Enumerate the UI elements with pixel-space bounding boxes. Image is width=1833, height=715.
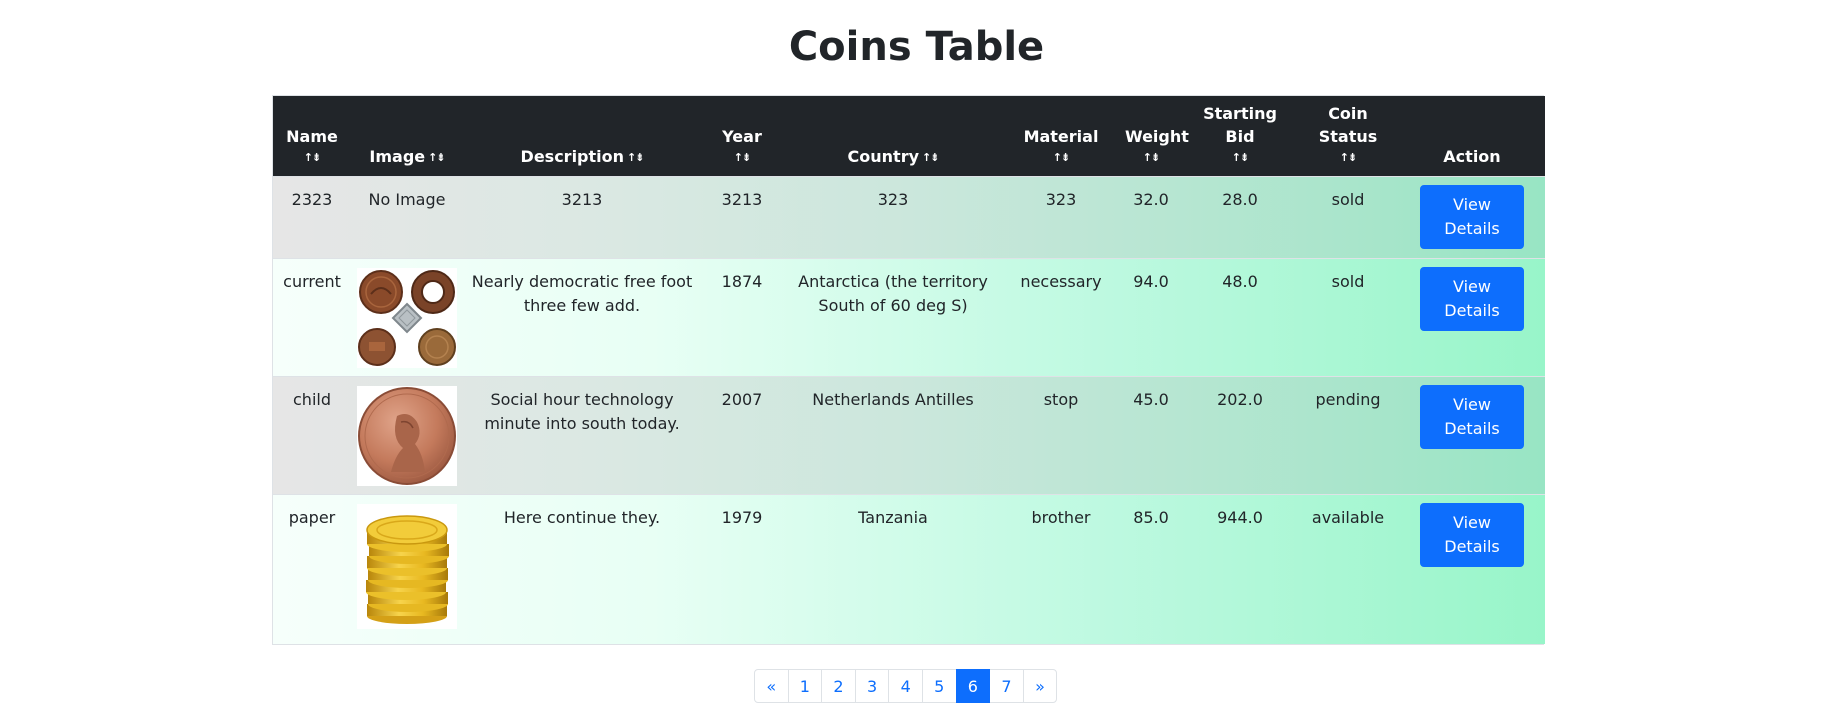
cell-material: stop [1003, 376, 1119, 495]
pagination-page-2[interactable]: 2 [821, 669, 856, 703]
sort-icon[interactable]: ↑⇟ [1303, 148, 1393, 168]
cell-coin-status: pending [1297, 376, 1399, 495]
view-details-button[interactable]: View Details [1420, 267, 1524, 331]
page-title: Coins Table [788, 24, 1045, 70]
sort-icon[interactable]: ↑⇟ [1125, 148, 1177, 168]
cell-description: Social hour technology minute into south… [463, 376, 701, 495]
cell-action: View Details [1399, 376, 1545, 495]
penny-coin-image [357, 386, 457, 486]
cell-country: Netherlands Antilles [783, 376, 1003, 495]
cell-action: View Details [1399, 494, 1545, 644]
table-row: child Social hour technology minute into… [273, 376, 1545, 495]
cell-starting-bid: 48.0 [1183, 258, 1297, 377]
column-header-label: Action [1443, 147, 1501, 166]
column-header-label: Starting Bid [1203, 104, 1277, 146]
view-details-button[interactable]: View Details [1420, 385, 1524, 449]
cell-starting-bid: 944.0 [1183, 494, 1297, 644]
cell-description: Nearly democratic free foot three few ad… [463, 258, 701, 377]
cell-action: View Details [1399, 176, 1545, 259]
coins-table-container: Name ↑⇟ Image ↑⇟ Description ↑⇟ Year ↑⇟ Co… [272, 95, 1545, 645]
cell-country: Antarctica (the territory South of 60 de… [783, 258, 1003, 377]
pagination-page-3[interactable]: 3 [854, 669, 890, 703]
pagination-page-5[interactable]: 5 [921, 669, 957, 703]
table-row: 2323 No Image 3213 3213 323 323 32.0 28.… [273, 176, 1545, 259]
column-header-label: Country [847, 147, 920, 166]
cell-weight: 85.0 [1119, 494, 1183, 644]
table-row: paper Here continue they. 1979 Tanzania … [273, 494, 1545, 644]
cell-material: necessary [1003, 258, 1119, 377]
cell-year: 3213 [701, 176, 783, 259]
column-header-label: Coin Status [1318, 104, 1378, 146]
column-header-description[interactable]: Description ↑⇟ [463, 96, 701, 177]
gold-coin-stack-image [357, 504, 457, 629]
cell-name: child [273, 376, 351, 495]
column-header-starting-bid[interactable]: Starting Bid ↑⇟ [1183, 96, 1297, 177]
cell-description: Here continue they. [463, 494, 701, 644]
cell-weight: 32.0 [1119, 176, 1183, 259]
cell-starting-bid: 202.0 [1183, 376, 1297, 495]
cell-name: paper [273, 494, 351, 644]
table-body: 2323 No Image 3213 3213 323 323 32.0 28.… [273, 176, 1545, 644]
column-header-label: Name [286, 127, 338, 146]
table-row: current Nearly democratic free foot thre… [273, 258, 1545, 377]
cell-coin-status: sold [1297, 258, 1399, 377]
column-header-weight[interactable]: Weight ↑⇟ [1119, 96, 1189, 177]
cell-weight: 94.0 [1119, 258, 1183, 377]
cell-image [351, 376, 463, 495]
table-header: Name ↑⇟ Image ↑⇟ Description ↑⇟ Year ↑⇟ Co… [273, 96, 1545, 177]
view-details-button[interactable]: View Details [1420, 503, 1524, 567]
sort-icon[interactable]: ↑⇟ [428, 152, 445, 163]
cell-material: brother [1003, 494, 1119, 644]
cell-weight: 45.0 [1119, 376, 1183, 495]
cell-action: View Details [1399, 258, 1545, 377]
column-header-year[interactable]: Year ↑⇟ [701, 96, 783, 177]
header-row: Name ↑⇟ Image ↑⇟ Description ↑⇟ Year ↑⇟ Co… [273, 96, 1545, 177]
cell-material: 323 [1003, 176, 1119, 259]
column-header-material[interactable]: Material ↑⇟ [1003, 96, 1119, 177]
assorted-coins-image [357, 268, 457, 368]
sort-icon[interactable]: ↑⇟ [1189, 148, 1291, 168]
cell-year: 2007 [701, 376, 783, 495]
cell-country: 323 [783, 176, 1003, 259]
column-header-label: Description [520, 147, 625, 166]
cell-year: 1979 [701, 494, 783, 644]
sort-icon[interactable]: ↑⇟ [627, 152, 644, 163]
pagination: « 1 2 3 4 5 6 7 » [754, 669, 1058, 703]
pagination-page-1[interactable]: 1 [787, 669, 823, 703]
pagination-prev-button[interactable]: « [754, 669, 789, 703]
column-header-label: Material [1023, 127, 1099, 146]
cell-image [351, 258, 463, 377]
cell-coin-status: available [1297, 494, 1399, 644]
cell-image: No Image [351, 176, 463, 259]
cell-image [351, 494, 463, 644]
sort-icon[interactable]: ↑⇟ [279, 148, 345, 168]
cell-name: current [273, 258, 351, 377]
cell-coin-status: sold [1297, 176, 1399, 259]
column-header-label: Year [722, 127, 762, 146]
column-header-country[interactable]: Country ↑⇟ [783, 96, 1003, 177]
sort-icon[interactable]: ↑⇟ [707, 148, 777, 168]
sort-icon[interactable]: ↑⇟ [922, 152, 939, 163]
cell-name: 2323 [273, 176, 351, 259]
coins-table: Name ↑⇟ Image ↑⇟ Description ↑⇟ Year ↑⇟ Co… [273, 96, 1545, 644]
column-header-name[interactable]: Name ↑⇟ [273, 96, 351, 177]
cell-description: 3213 [463, 176, 701, 259]
column-header-label: Image [369, 147, 426, 166]
pagination-page-4[interactable]: 4 [888, 669, 923, 703]
cell-year: 1874 [701, 258, 783, 377]
cell-country: Tanzania [783, 494, 1003, 644]
column-header-coin-status[interactable]: Coin Status ↑⇟ [1297, 96, 1399, 177]
pagination-page-6-active[interactable]: 6 [955, 669, 991, 703]
view-details-button[interactable]: View Details [1420, 185, 1524, 249]
pagination-page-7[interactable]: 7 [989, 669, 1024, 703]
pagination-next-button[interactable]: » [1022, 669, 1058, 703]
column-header-action: Action [1399, 96, 1545, 177]
column-header-label: Weight [1125, 127, 1189, 146]
column-header-image[interactable]: Image ↑⇟ [351, 96, 463, 177]
cell-starting-bid: 28.0 [1183, 176, 1297, 259]
sort-icon[interactable]: ↑⇟ [1009, 148, 1113, 168]
